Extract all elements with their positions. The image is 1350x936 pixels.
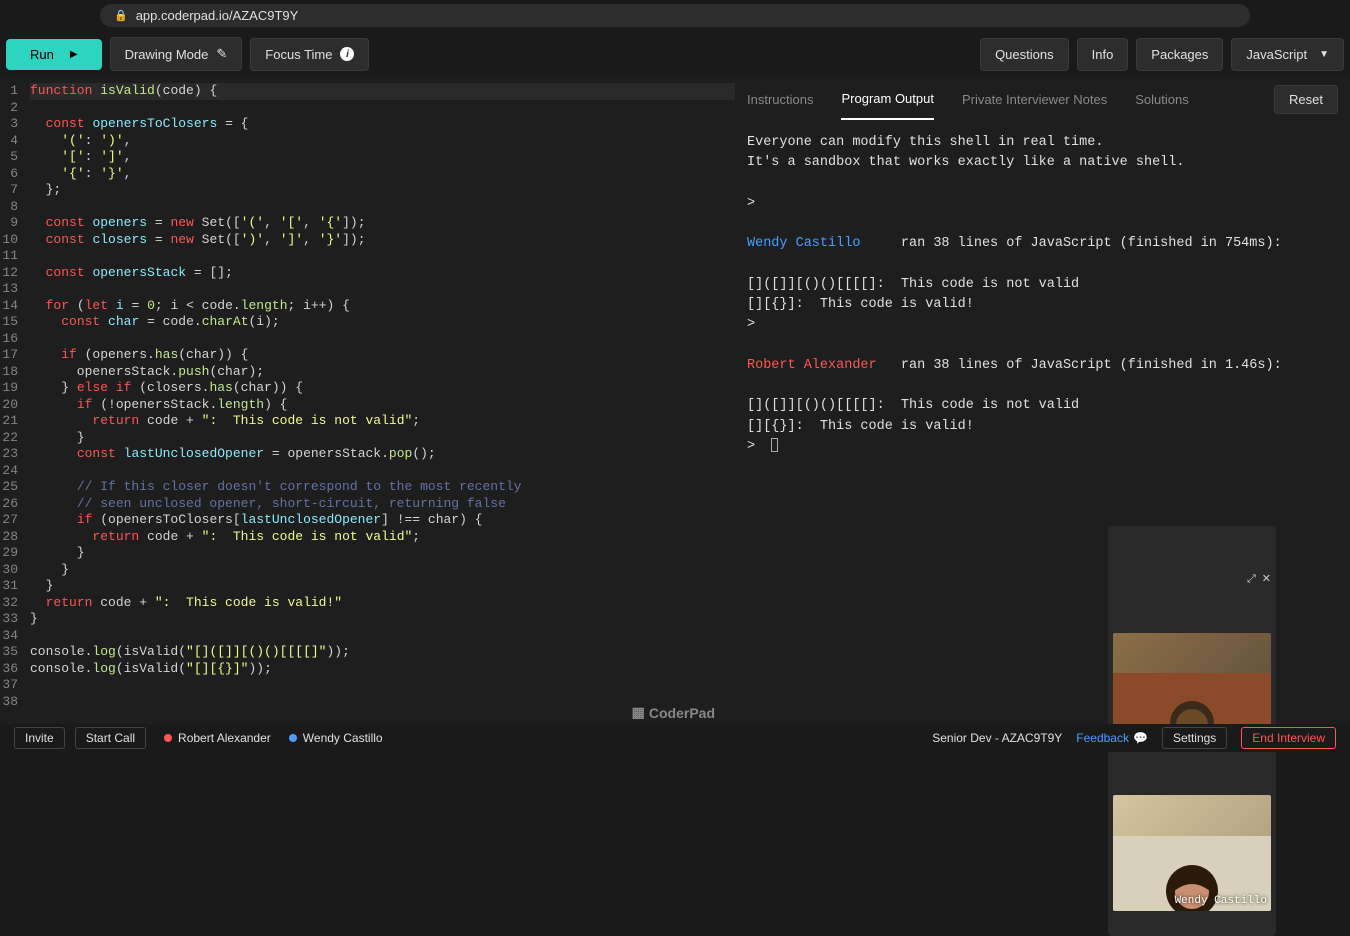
url-text: app.coderpad.io/AZAC9T9Y — [136, 8, 299, 23]
console-user: Wendy Castillo — [747, 236, 860, 251]
toolbar: Run ▶ Drawing Mode ✎ Focus Time i Questi… — [0, 31, 1350, 77]
focus-time-label: Focus Time — [265, 47, 332, 62]
footer: Invite Start Call Robert Alexander Wendy… — [0, 724, 1350, 752]
console-line: Everyone can modify this shell in real t… — [747, 135, 1103, 150]
console-line: ran 38 lines of JavaScript (finished in … — [877, 358, 1282, 373]
logo-icon: ▦ — [632, 704, 645, 721]
console-line: []([]][()()[[[[]: This code is not valid — [747, 398, 1079, 413]
focus-time-button[interactable]: Focus Time i — [250, 38, 369, 71]
questions-button[interactable]: Questions — [980, 38, 1069, 71]
tab-private-notes[interactable]: Private Interviewer Notes — [962, 80, 1107, 119]
feedback-label: Feedback — [1076, 731, 1129, 745]
tab-solutions[interactable]: Solutions — [1135, 80, 1188, 119]
run-button[interactable]: Run ▶ — [6, 39, 102, 70]
start-call-button[interactable]: Start Call — [75, 727, 146, 749]
drawing-mode-button[interactable]: Drawing Mode ✎ — [110, 37, 243, 71]
console-line: [][{}]: This code is valid! — [747, 419, 974, 434]
invite-button[interactable]: Invite — [14, 727, 65, 749]
code-area[interactable]: function isValid(code) { const openersTo… — [24, 77, 735, 731]
console-line: ran 38 lines of JavaScript (finished in … — [860, 236, 1281, 251]
info-icon: i — [340, 47, 354, 61]
code-editor[interactable]: 1234567891011121314151617181920212223242… — [0, 77, 735, 731]
console-user: Robert Alexander — [747, 358, 877, 373]
lock-icon: 🔒 — [114, 9, 128, 22]
chat-icon: 💬 — [1133, 731, 1148, 745]
user-indicator-2[interactable]: Wendy Castillo — [289, 731, 383, 745]
user-name: Robert Alexander — [178, 731, 271, 745]
user-name: Wendy Castillo — [303, 731, 383, 745]
presence-dot-red — [164, 734, 172, 742]
console-prompt: > — [747, 196, 755, 211]
pencil-icon: ✎ — [216, 46, 227, 62]
video-name-2: Wendy Castillo — [1175, 893, 1267, 910]
settings-button[interactable]: Settings — [1162, 727, 1227, 749]
video-tile-2[interactable]: Wendy Castillo — [1113, 795, 1271, 911]
console-line: It's a sandbox that works exactly like a… — [747, 155, 1184, 170]
language-dropdown[interactable]: JavaScript ▼ — [1231, 38, 1344, 71]
play-icon: ▶ — [70, 49, 78, 60]
packages-button[interactable]: Packages — [1136, 38, 1223, 71]
console-prompt: > — [747, 439, 755, 454]
feedback-link[interactable]: Feedback 💬 — [1076, 731, 1148, 745]
end-interview-button[interactable]: End Interview — [1241, 727, 1336, 749]
line-numbers: 1234567891011121314151617181920212223242… — [0, 77, 24, 731]
coderpad-logo: ▦ CoderPad — [632, 704, 715, 721]
cursor — [771, 438, 778, 452]
session-label: Senior Dev - AZAC9T9Y — [932, 731, 1062, 745]
output-tabs: Instructions Program Output Private Inte… — [735, 77, 1350, 121]
chevron-down-icon: ▼ — [1319, 49, 1329, 60]
run-label: Run — [30, 47, 54, 62]
info-button[interactable]: Info — [1077, 38, 1129, 71]
tab-instructions[interactable]: Instructions — [747, 80, 813, 119]
user-indicator-1[interactable]: Robert Alexander — [164, 731, 271, 745]
info-label: Info — [1092, 47, 1114, 62]
console-output[interactable]: Everyone can modify this shell in real t… — [735, 121, 1350, 731]
presence-dot-blue — [289, 734, 297, 742]
close-icon[interactable]: ✕ — [1262, 572, 1271, 589]
packages-label: Packages — [1151, 47, 1208, 62]
questions-label: Questions — [995, 47, 1054, 62]
console-prompt: > — [747, 317, 755, 332]
reset-button[interactable]: Reset — [1274, 85, 1338, 114]
console-line: [][{}]: This code is valid! — [747, 297, 974, 312]
drawing-mode-label: Drawing Mode — [125, 47, 209, 62]
language-label: JavaScript — [1246, 47, 1307, 62]
console-line: []([]][()()[[[[]: This code is not valid — [747, 277, 1079, 292]
tab-program-output[interactable]: Program Output — [841, 79, 934, 120]
brand-text: CoderPad — [649, 705, 715, 721]
expand-icon[interactable]: ⤢ — [1247, 572, 1256, 589]
url-bar[interactable]: 🔒 app.coderpad.io/AZAC9T9Y — [100, 4, 1250, 27]
